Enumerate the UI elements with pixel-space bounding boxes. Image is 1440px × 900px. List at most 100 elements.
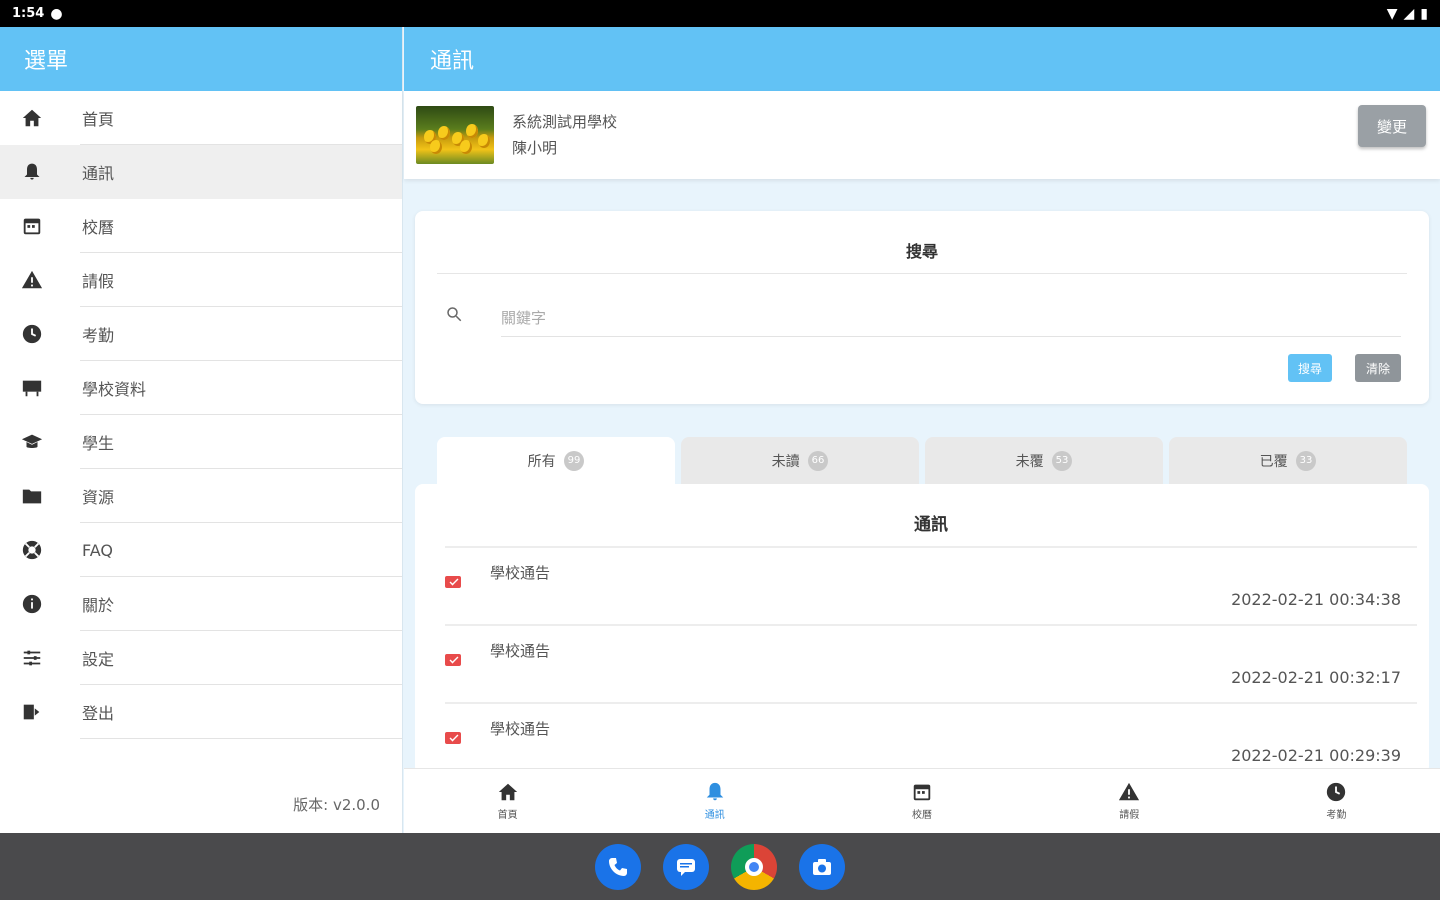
home-icon	[0, 107, 64, 129]
graduation-cap-icon	[0, 431, 64, 453]
sidebar-item-students[interactable]: 學生	[0, 415, 402, 469]
bottom-nav-calendar[interactable]: 校曆	[818, 769, 1025, 833]
filter-tabs: 所有 99 未讀 66 未覆 53 已覆 33	[437, 437, 1407, 485]
sidebar-item-faq[interactable]: FAQ	[0, 523, 402, 577]
messages-app-icon[interactable]	[663, 843, 709, 890]
page-title: 通訊	[404, 27, 1440, 91]
sliders-icon	[0, 647, 64, 669]
main-panel: 通訊 系統測試用學校 陳小明 變更 搜尋 搜尋 清除 所有 99 未讀 66 未…	[404, 27, 1440, 833]
school-name: 系統測試用學校	[512, 113, 618, 131]
calendar-icon	[0, 215, 64, 237]
info-icon	[0, 593, 64, 615]
tab-label: 未讀	[771, 454, 800, 470]
sidebar-item-label: 登出	[82, 704, 115, 723]
tab-unreplied[interactable]: 未覆 53	[925, 437, 1163, 485]
bell-icon	[0, 161, 64, 183]
bottom-nav-label: 請假	[1119, 810, 1140, 821]
search-card: 搜尋 搜尋 清除	[415, 211, 1429, 404]
android-dock	[0, 833, 1440, 900]
sidebar-item-about[interactable]: 關於	[0, 577, 402, 631]
sidebar-item-settings[interactable]: 設定	[0, 631, 402, 685]
sidebar-item-label: 校曆	[82, 218, 115, 237]
tab-label: 所有	[527, 454, 556, 470]
calendar-icon	[913, 784, 931, 801]
sidebar-item-label: 學生	[82, 434, 115, 453]
user-name: 陳小明	[512, 139, 558, 157]
warning-icon	[1119, 782, 1140, 801]
sidebar-item-label: 資源	[82, 488, 115, 507]
sidebar-item-label: FAQ	[82, 540, 113, 560]
divider	[437, 273, 1407, 274]
bottom-nav-attendance[interactable]: 考勤	[1233, 769, 1440, 833]
phone-app-icon[interactable]	[595, 843, 641, 890]
camera-app-icon[interactable]	[799, 843, 845, 890]
battery-icon: ▮	[1420, 5, 1428, 22]
folder-icon	[0, 485, 64, 507]
tab-label: 已覆	[1259, 454, 1288, 470]
change-account-button[interactable]: 變更	[1358, 105, 1426, 147]
bottom-nav-leave[interactable]: 請假	[1026, 769, 1233, 833]
sidebar-item-home[interactable]: 首頁	[0, 91, 402, 145]
bottom-nav-label: 校曆	[912, 810, 932, 821]
sidebar-item-resources[interactable]: 資源	[0, 469, 402, 523]
bottom-nav-label: 通訊	[704, 810, 725, 821]
bottom-nav-notices[interactable]: 通訊	[611, 769, 818, 833]
count-badge: 99	[563, 451, 585, 471]
status-bar: 1:54 ● ▼ ◢ ▮	[0, 0, 1440, 27]
profile-bar: 系統測試用學校 陳小明 變更	[404, 91, 1440, 179]
school-photo	[416, 106, 494, 164]
sidebar-item-label: 考勤	[82, 326, 115, 345]
app-version: 版本: v2.0.0	[293, 796, 380, 814]
tab-all[interactable]: 所有 99	[437, 437, 675, 485]
count-badge: 33	[1295, 451, 1317, 471]
tab-replied[interactable]: 已覆 33	[1169, 437, 1407, 485]
count-badge: 66	[807, 451, 829, 471]
mail-icon	[445, 576, 461, 588]
notice-time: 2022-02-21 00:34:38	[1231, 590, 1401, 609]
sidebar-item-school-info[interactable]: 學校資料	[0, 361, 402, 415]
mail-icon	[445, 654, 461, 666]
bell-icon	[706, 782, 724, 801]
lifebuoy-icon	[0, 539, 64, 561]
chat-bubble-icon: ●	[50, 5, 63, 22]
bottom-nav-label: 首頁	[497, 810, 518, 821]
list-item[interactable]: 學校通告 2022-02-21 00:29:39	[445, 704, 1417, 774]
signal-icon: ◢	[1403, 5, 1415, 22]
wifi-icon: ▼	[1386, 5, 1398, 22]
sidebar-title: 選單	[0, 27, 402, 91]
sidebar-item-label: 通訊	[82, 164, 115, 183]
bottom-nav-home[interactable]: 首頁	[404, 769, 611, 833]
list-item[interactable]: 學校通告 2022-02-21 00:32:17	[445, 626, 1417, 704]
mail-icon	[445, 732, 461, 744]
list-title: 通訊	[445, 484, 1417, 548]
sidebar-item-label: 關於	[82, 596, 115, 615]
tab-unread[interactable]: 未讀 66	[681, 437, 919, 485]
sidebar-item-notices[interactable]: 通訊	[0, 145, 402, 199]
notice-time: 2022-02-21 00:32:17	[1231, 668, 1401, 687]
home-icon	[498, 783, 517, 801]
search-icon	[447, 307, 462, 322]
sidebar-item-attendance[interactable]: 考勤	[0, 307, 402, 361]
search-input[interactable]	[501, 299, 1401, 337]
sidebar-item-leave[interactable]: 請假	[0, 253, 402, 307]
count-badge: 53	[1051, 451, 1073, 471]
search-title: 搜尋	[905, 242, 938, 261]
clock-icon	[0, 323, 64, 345]
bottom-nav-label: 考勤	[1326, 810, 1347, 821]
sidebar-item-label: 設定	[82, 650, 115, 669]
search-button[interactable]: 搜尋	[1288, 354, 1332, 382]
notice-title: 學校通告	[490, 564, 551, 582]
sidebar-menu: 首頁 通訊 校曆 請假 考勤 學校資料 學生 資源 FAQ 關於 設定 登出	[0, 91, 402, 739]
sidebar-item-label: 學校資料	[82, 380, 147, 399]
chrome-app-icon[interactable]	[731, 843, 777, 890]
sidebar-item-calendar[interactable]: 校曆	[0, 199, 402, 253]
tab-label: 未覆	[1015, 454, 1044, 470]
sidebar-item-logout[interactable]: 登出	[0, 685, 402, 739]
status-time: 1:54	[12, 6, 45, 21]
sidebar-item-label: 請假	[82, 272, 115, 291]
notice-time: 2022-02-21 00:29:39	[1231, 746, 1401, 765]
bottom-nav: 首頁 通訊 校曆 請假 考勤	[404, 768, 1440, 833]
list-item[interactable]: 學校通告 2022-02-21 00:34:38	[445, 548, 1417, 626]
clear-button[interactable]: 清除	[1355, 354, 1401, 382]
sidebar: 選單 首頁 通訊 校曆 請假 考勤 學校資料 學生 資源 FAQ 關於 設定 登…	[0, 27, 403, 833]
